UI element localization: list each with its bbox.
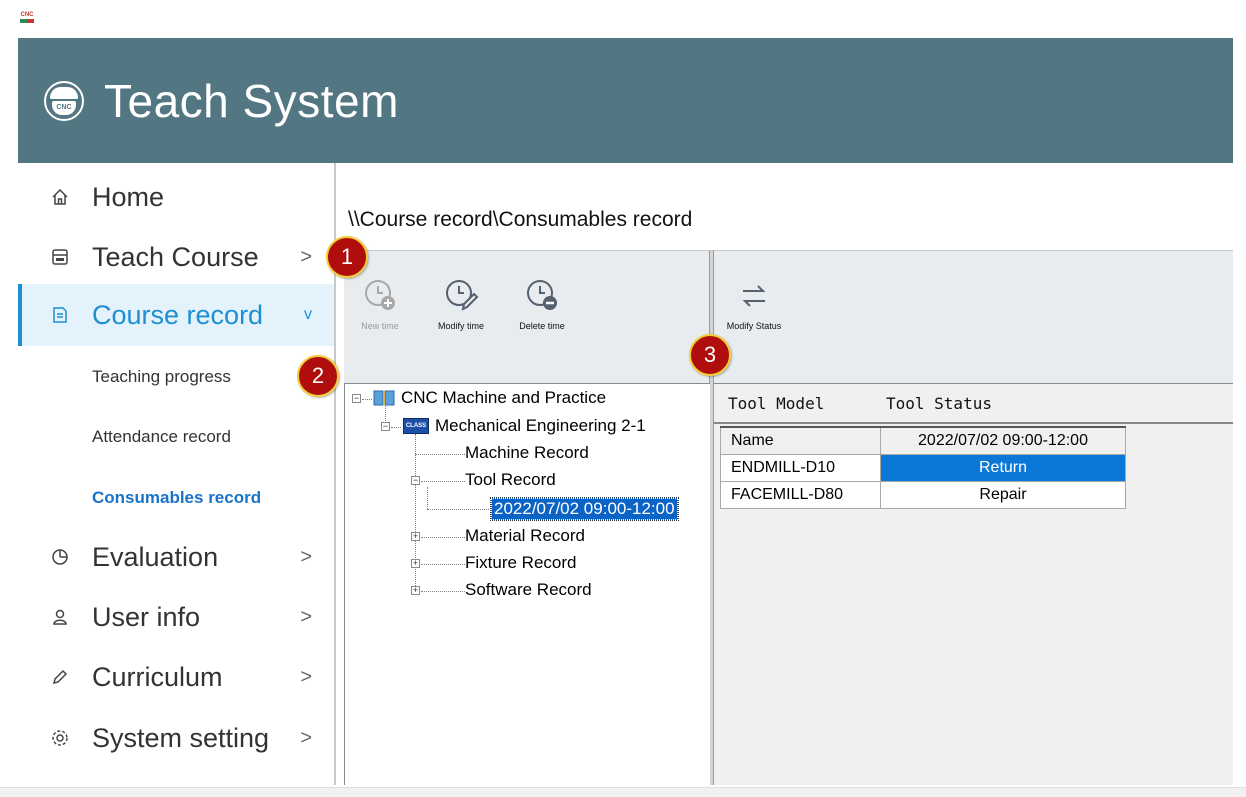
sidebar-item-label: Teach Course (92, 241, 259, 272)
chevron-right-icon: > (300, 605, 312, 628)
window-bottom-edge (0, 787, 1246, 797)
sidebar-item-course-record[interactable]: Course record v (18, 284, 334, 346)
app-title: Teach System (104, 74, 399, 127)
table-cell-selected[interactable]: Return (880, 453, 1126, 482)
status-toolbar: Modify Status (714, 250, 1233, 383)
sidebar-item-label: System setting (92, 722, 270, 753)
book-icon (373, 389, 395, 407)
tree-node-label: Software Record (465, 580, 592, 599)
chevron-down-icon: v (304, 306, 312, 323)
table-cell[interactable]: Repair (880, 480, 1126, 509)
new-time-button[interactable]: New time (358, 277, 402, 331)
clock-edit-icon (446, 280, 479, 311)
table-cell[interactable]: ENDMILL-D10 (720, 453, 881, 482)
modify-status-button[interactable]: Modify Status (720, 279, 788, 331)
tree-collapse-toggle[interactable]: − (352, 394, 361, 403)
modify-time-button[interactable]: Modify time (428, 277, 494, 331)
tree-expand-toggle[interactable]: + (411, 559, 420, 568)
sidebar-item-label: Evaluation (92, 541, 219, 572)
sidebar-item-evaluation[interactable]: Evaluation > (18, 537, 334, 577)
modify-status-label: Modify Status (726, 321, 782, 331)
tree-node-tool-record[interactable]: Tool Record (465, 470, 556, 490)
app-logo-small: CNC (20, 11, 34, 25)
delete-time-label: Delete time (519, 321, 565, 331)
clock-remove-icon (527, 280, 557, 310)
tree-node-label: Material Record (465, 526, 585, 545)
new-time-label: New time (361, 321, 399, 331)
home-icon (50, 187, 70, 207)
tree-node-label: 2022/07/02 09:00-12:00 (494, 499, 675, 518)
sidebar-subitem-attendance-record[interactable]: Attendance record (92, 427, 231, 447)
table-row[interactable]: ENDMILL-D10 Return (720, 453, 1126, 482)
time-toolbar: New time Modify time Delete time (344, 250, 710, 383)
table-cell: 2022/07/02 09:00-12:00 (880, 426, 1126, 455)
class-icon: CLASS (403, 418, 429, 434)
modify-time-label: Modify time (437, 321, 484, 331)
annotation-badge-2: 2 (297, 355, 339, 397)
chevron-right-icon: > (300, 245, 312, 268)
sidebar-item-label: Course record (92, 299, 264, 330)
cnc-panel-icon (50, 247, 70, 267)
clock-add-icon (365, 280, 395, 310)
delete-time-button[interactable]: Delete time (512, 277, 572, 331)
table-row[interactable]: FACEMILL-D80 Repair (720, 480, 1126, 509)
sidebar-nav: Home Teach Course > Course record v Teac… (18, 163, 334, 785)
sidebar-item-user-info[interactable]: User info > (18, 597, 334, 637)
tree-node-label: Tool Record (465, 470, 556, 489)
column-header-tool-status[interactable]: Tool Status (886, 394, 992, 413)
sidebar-item-curriculum[interactable]: Curriculum > (18, 657, 334, 697)
sidebar-item-system-setting[interactable]: System setting > (18, 718, 334, 758)
sidebar-subitem-consumables-record[interactable]: Consumables record (92, 488, 261, 508)
tool-status-grid: Tool Model Tool Status Name 2022/07/02 0… (714, 383, 1233, 785)
tree-node-class[interactable]: CLASS Mechanical Engineering 2-1 (403, 416, 646, 436)
gear-icon (50, 728, 70, 748)
table-cell[interactable]: FACEMILL-D80 (720, 480, 881, 509)
tree-node-label: Machine Record (465, 443, 589, 462)
annotation-badge-3: 3 (689, 334, 731, 376)
tree-collapse-toggle[interactable]: − (381, 422, 390, 431)
sidebar-item-teach-course[interactable]: Teach Course > (18, 237, 334, 277)
tree-expand-toggle[interactable]: + (411, 532, 420, 541)
tree-node-material-record[interactable]: Material Record (465, 526, 585, 546)
sidebar-item-label: Home (92, 181, 165, 212)
sidebar-item-label: User info (92, 601, 201, 632)
pie-chart-icon (50, 547, 70, 567)
chevron-right-icon: > (300, 726, 312, 749)
annotation-badge-1: 1 (326, 236, 368, 278)
document-icon (50, 305, 70, 325)
sidebar-subitem-teaching-progress[interactable]: Teaching progress (92, 367, 231, 387)
app-logo-small-text: CNC (20, 12, 34, 18)
sidebar-item-home[interactable]: Home (18, 177, 334, 217)
chevron-right-icon: > (300, 545, 312, 568)
romAn-logo-icon: CNC (44, 80, 84, 121)
tree-expand-toggle[interactable]: + (411, 586, 420, 595)
app-window: CNC CNC Teach System Home Teach Course > (0, 0, 1246, 797)
sidebar-item-label: Curriculum (92, 661, 223, 692)
course-tree: − CNC Machine and Practice − CLASS Mecha… (344, 383, 710, 785)
column-header-tool-model[interactable]: Tool Model (728, 394, 824, 413)
chevron-right-icon: > (300, 665, 312, 688)
tree-collapse-toggle[interactable]: − (411, 476, 420, 485)
tree-node-software-record[interactable]: Software Record (465, 580, 592, 600)
app-header: CNC Teach System (18, 38, 1233, 163)
tree-node-label: CNC Machine and Practice (401, 388, 607, 407)
table-header-row: Name 2022/07/02 09:00-12:00 (720, 426, 1126, 455)
tool-status-table: Name 2022/07/02 09:00-12:00 ENDMILL-D10 … (720, 426, 1126, 509)
tree-node-label: Fixture Record (465, 553, 577, 572)
tree-node-label: Mechanical Engineering 2-1 (435, 416, 646, 435)
tree-node-selected-time[interactable]: 2022/07/02 09:00-12:00 (490, 497, 679, 521)
pencil-icon (50, 667, 70, 687)
tree-node-machine-record[interactable]: Machine Record (465, 443, 589, 463)
swap-arrows-icon (742, 285, 766, 307)
tree-node-course[interactable]: CNC Machine and Practice (373, 388, 606, 408)
breadcrumb: \\Course record\Consumables record (348, 208, 693, 231)
table-cell: Name (720, 426, 881, 455)
tree-node-fixture-record[interactable]: Fixture Record (465, 553, 576, 573)
user-icon (50, 607, 70, 627)
